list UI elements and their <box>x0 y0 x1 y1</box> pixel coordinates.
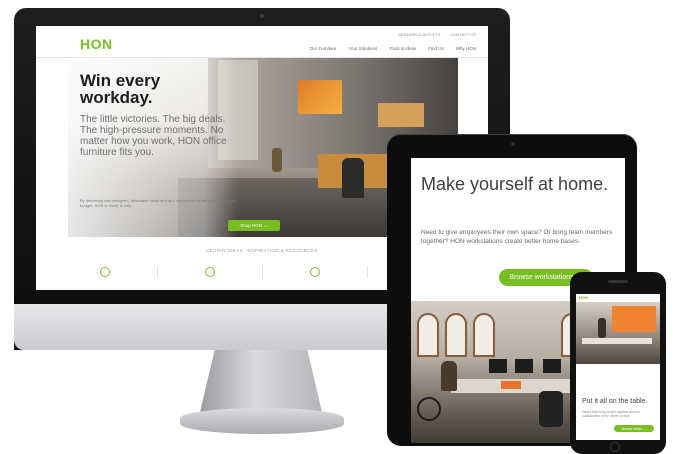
home-button[interactable] <box>610 442 624 452</box>
hero-fine-print: By delivering well-designed, affordable … <box>80 198 237 208</box>
photo-chair <box>539 391 563 427</box>
camera-icon <box>511 142 515 146</box>
shop-hon-button[interactable]: Shop HON → <box>228 220 280 231</box>
ipad-body-text: Need to give employees their own space? … <box>421 229 613 245</box>
camera-icon <box>260 14 264 18</box>
photo-monitor <box>543 359 561 373</box>
photo-arch-window <box>473 313 495 357</box>
photo-monitor <box>515 359 533 373</box>
photo-bicycle <box>417 397 441 421</box>
hon-logo[interactable]: HON <box>80 36 113 52</box>
iphone-bezel: HON Put it all on the table. Tables that… <box>570 272 666 454</box>
iphone-screen: HON Put it all on the table. Tables that… <box>576 294 660 440</box>
icon-divider <box>156 266 158 278</box>
photo-person <box>598 318 606 338</box>
iphone-nav-bar: HON <box>576 294 660 302</box>
photo-person <box>441 361 457 391</box>
nav-item-your-solutions[interactable]: Your Solutions <box>348 46 377 51</box>
nav-item-why-hon[interactable]: Why HON <box>456 46 476 51</box>
photo-arch-window <box>445 313 467 357</box>
iphone-body-text: Tables that bring people together and pu… <box>582 410 640 418</box>
photo-monitor <box>489 359 507 373</box>
speaker-icon <box>608 280 628 283</box>
home-button-icon <box>610 442 620 452</box>
photo-table <box>582 338 652 344</box>
hon-logo[interactable]: HON <box>579 295 588 300</box>
hero-photo-artwork <box>298 80 342 114</box>
globe-icon[interactable] <box>309 267 320 277</box>
imac-stand <box>200 350 322 412</box>
nav-item-tools-ideas[interactable]: Tools & Ideas <box>389 46 416 51</box>
ipad-title: Make yourself at home. <box>421 174 609 194</box>
main-nav: Our Furniture Your Solutions Tools & Ide… <box>310 46 476 51</box>
imac-foot <box>180 408 344 434</box>
hero-subtitle: The little victories. The big deals. The… <box>80 114 227 158</box>
office-icon[interactable] <box>99 267 110 277</box>
iphone-office-photo <box>576 302 660 364</box>
photo-orange-wall <box>612 306 656 332</box>
browse-tables-button[interactable]: Browse tables → <box>614 425 654 432</box>
photo-arch-window <box>417 313 439 357</box>
icon-divider <box>261 266 263 278</box>
person-icon[interactable] <box>204 267 215 277</box>
icon-divider <box>366 266 368 278</box>
nav-item-our-furniture[interactable]: Our Furniture <box>310 46 337 51</box>
hero-title: Win every workday. <box>80 71 161 107</box>
utility-links: DEALERS & OUTLETS CONTACT US <box>398 32 476 37</box>
hero-photo-chair <box>342 158 364 198</box>
util-link-dealers[interactable]: DEALERS & OUTLETS <box>398 32 440 37</box>
nav-item-find-us[interactable]: Find Us <box>428 46 444 51</box>
util-link-contact[interactable]: CONTACT US <box>450 32 476 37</box>
hero-photo-chair-far <box>272 148 282 172</box>
iphone-title: Put it all on the table. <box>582 398 648 405</box>
hero-photo-shelf <box>378 103 424 127</box>
photo-orange-cabinet <box>501 381 521 389</box>
